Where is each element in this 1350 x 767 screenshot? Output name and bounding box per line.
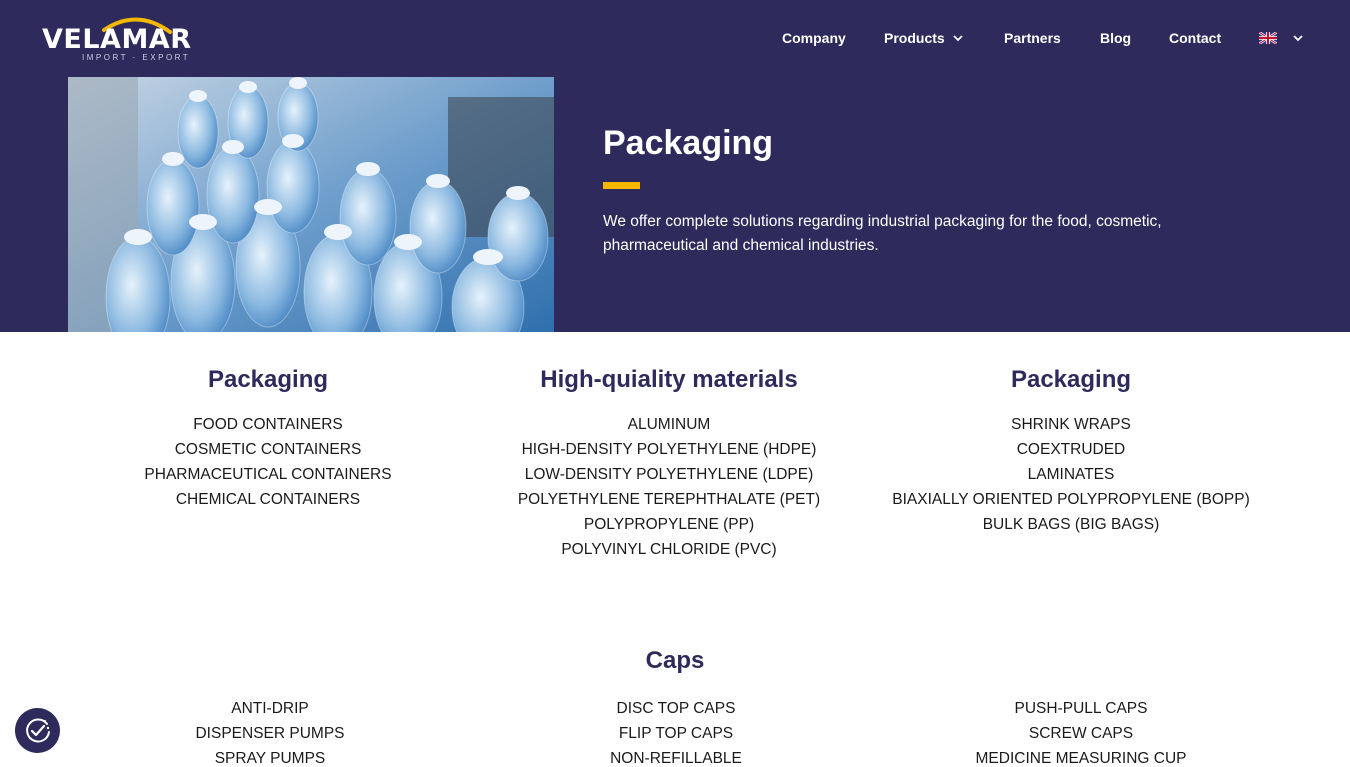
list-item: ALUMINUM [627,416,711,433]
nav-contact[interactable]: Contact [1169,29,1221,47]
list-item: BIAXIALLY ORIENTED POLYPROPYLENE (BOPP) [892,491,1250,508]
list-item: COSMETIC CONTAINERS [174,441,362,458]
nav-partners[interactable]: Partners [1004,29,1061,47]
list-item: LOW-DENSITY POLYETHYLENE (LDPE) [524,466,814,483]
caps-column-3: PUSH-PULL CAPS SCREW CAPS MEDICINE MEASU… [951,696,1211,767]
logo-wordmark: VELAMAR [42,24,192,55]
list-item: SPRAY PUMPS [214,750,326,767]
site-header: VELAMAR IMPORT · EXPORT Company Products… [0,0,1350,77]
list-item: DISPENSER PUMPS [195,725,345,742]
list-item: FLIP TOP CAPS [618,725,734,742]
products-chevron-down-icon[interactable] [953,33,963,43]
list-item: MEDICINE MEASURING CUP [975,750,1187,767]
water-bottles-image [68,77,554,332]
page-title: Packaging [603,124,774,162]
list-item: HIGH-DENSITY POLYETHYLENE (HDPE) [521,441,817,458]
nav-company[interactable]: Company [782,29,846,47]
section-title: Packaging [1010,366,1132,393]
list-item: POLYVINYL CHLORIDE (PVC) [561,541,777,558]
nav-blog[interactable]: Blog [1100,29,1131,47]
section-title: Packaging [207,366,329,393]
caps-column-1: ANTI-DRIP DISPENSER PUMPS SPRAY PUMPS [150,696,390,767]
list-item: POLYPROPYLENE (PP) [583,516,755,533]
list-item: POLYETHYLENE TEREPHTHALATE (PET) [517,491,821,508]
list-item: PHARMACEUTICAL CONTAINERS [144,466,392,483]
logo-tagline: IMPORT · EXPORT [82,53,191,62]
title-underline [603,182,640,189]
caps-column-2: DISC TOP CAPS FLIP TOP CAPS NON-REFILLAB… [556,696,796,767]
cookie-settings-button[interactable] [15,708,60,753]
language-chevron-down-icon[interactable] [1293,33,1303,43]
hero-description: We offer complete solutions regarding in… [603,213,1162,254]
cookie-check-icon [25,717,50,742]
list-item: COEXTRUDED [1016,441,1126,458]
list-item: DISC TOP CAPS [616,700,736,717]
list-item: FOOD CONTAINERS [193,416,343,433]
list-item: ANTI-DRIP [231,700,309,717]
list-item: SHRINK WRAPS [1011,416,1131,433]
section-packaging-containers: Packaging FOOD CONTAINERS COSMETIC CONTA… [118,365,418,512]
list-item: LAMINATES [1027,466,1115,483]
list-item: PUSH-PULL CAPS [1014,700,1148,717]
section-title: High-quiality materials [540,366,798,393]
list-item: CHEMICAL CONTAINERS [175,491,361,508]
list-item: BULK BAGS (BIG BAGS) [982,516,1160,533]
nav-products[interactable]: Products [884,29,945,47]
caps-section-title: Caps [645,647,705,674]
uk-flag-icon[interactable] [1259,32,1277,44]
list-item: SCREW CAPS [1028,725,1134,742]
section-packaging-films: Packaging SHRINK WRAPS COEXTRUDED LAMINA… [891,365,1251,537]
velamar-logo[interactable]: VELAMAR IMPORT · EXPORT [42,12,222,66]
hero-section: Packaging We offer complete solutions re… [0,77,1350,332]
section-materials: High-quiality materials ALUMINUM HIGH-DE… [499,365,839,562]
list-item: NON-REFILLABLE [610,750,742,767]
